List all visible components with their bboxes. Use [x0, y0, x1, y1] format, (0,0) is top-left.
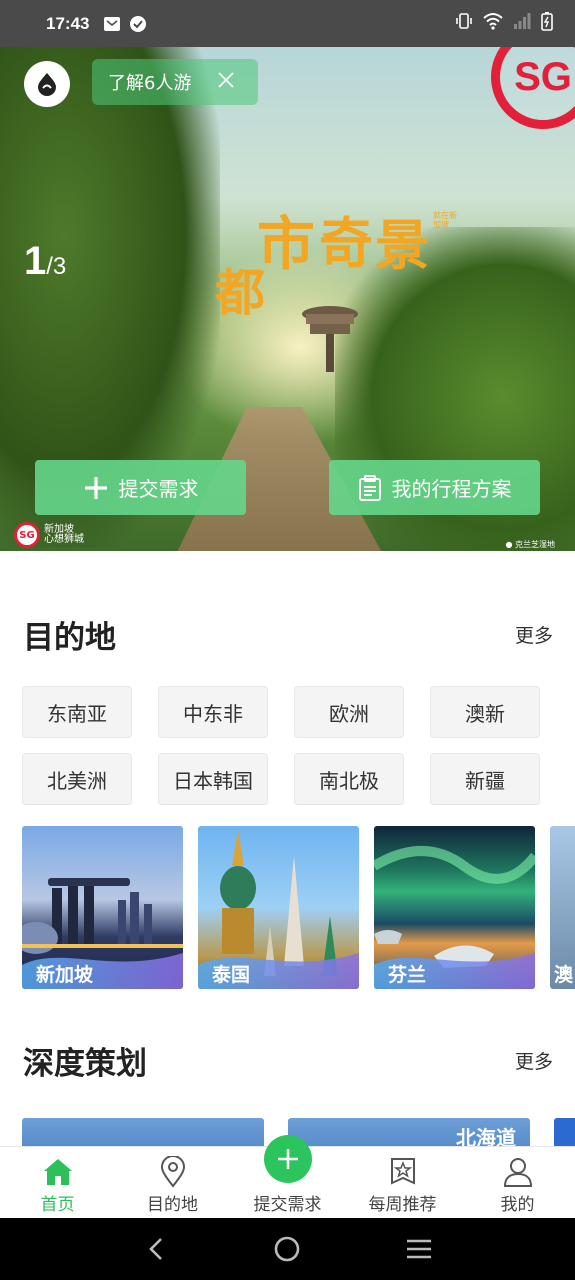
- tab-submit-request-label: 提交需求: [253, 1195, 322, 1215]
- submit-request-fab[interactable]: [263, 1135, 312, 1183]
- region-chip-southeast-asia[interactable]: 东南亚: [22, 686, 132, 738]
- region-chip-grid: 东南亚 中东非 欧洲 澳新 北美洲 日本韩国 南北极 新疆: [22, 686, 542, 805]
- promo-chip[interactable]: 了解6人游: [92, 59, 258, 105]
- bottom-tab-bar: 首页 目的地 提交需求 每周推荐 我的: [0, 1135, 575, 1218]
- card-label-singapore: 新加坡: [36, 964, 94, 986]
- banner-page-counter: 1/3: [24, 239, 66, 284]
- battery-icon: [541, 11, 553, 36]
- status-time: 17:43: [46, 13, 90, 33]
- card-label-finland: 芬兰: [388, 964, 427, 986]
- person-icon: [502, 1156, 534, 1188]
- region-chip-middle-east-africa[interactable]: 中东非: [158, 686, 268, 738]
- clipboard-icon: [358, 474, 381, 501]
- banner-headline: 都 市 奇 景 就在新加坡: [215, 197, 457, 327]
- destination-card-carousel: 新加坡 泰国 芬兰 澳: [22, 826, 575, 989]
- tab-destinations-label: 目的地: [147, 1195, 198, 1215]
- message-icon: [103, 15, 121, 33]
- card-label-australia: 澳: [554, 964, 574, 986]
- destinations-more-link[interactable]: 更多: [515, 621, 553, 648]
- app-logo-button[interactable]: [24, 61, 70, 107]
- sg-footer-logo: SG 新加坡 心想狮城: [14, 522, 84, 548]
- sg-mini-logo: SG: [14, 522, 40, 548]
- home-icon: [42, 1156, 74, 1188]
- system-navigation-bar: [0, 1218, 575, 1280]
- signal-icon: [513, 12, 531, 35]
- card-label-thailand: 泰国: [212, 964, 251, 986]
- headline-char-3: 奇: [319, 212, 373, 275]
- region-chip-north-america[interactable]: 北美洲: [22, 753, 132, 805]
- tab-weekly-picks[interactable]: 每周推荐: [345, 1147, 460, 1218]
- deep-planning-title: 深度策划: [23, 1046, 147, 1082]
- tab-profile[interactable]: 我的: [460, 1147, 575, 1218]
- location-pin-small-icon: ●: [505, 540, 513, 549]
- tab-home-label: 首页: [40, 1195, 75, 1215]
- hero-banner[interactable]: 了解6人游 SG 1/3 都 市 奇 景 就在新加坡 提交需求 我的行程方案 S…: [0, 47, 575, 551]
- submit-request-label: 提交需求: [118, 477, 199, 501]
- star-badge-icon: [387, 1156, 419, 1188]
- tab-weekly-picks-label: 每周推荐: [368, 1195, 437, 1215]
- back-icon[interactable]: [136, 1229, 176, 1269]
- destination-card-singapore[interactable]: 新加坡: [22, 826, 183, 989]
- tab-home[interactable]: 首页: [0, 1147, 115, 1218]
- home-circle-icon[interactable]: [267, 1229, 307, 1269]
- vibrate-icon: [455, 12, 473, 35]
- tab-submit-request[interactable]: 提交需求: [230, 1135, 345, 1218]
- region-chip-polar[interactable]: 南北极: [294, 753, 404, 805]
- headline-subtext: 就在新加坡: [433, 211, 457, 229]
- region-chip-australia-nz[interactable]: 澳新: [430, 686, 540, 738]
- region-chip-europe[interactable]: 欧洲: [294, 686, 404, 738]
- deep-planning-card-hokkaido[interactable]: 北海道: [288, 1118, 530, 1148]
- banner-total-pages: /3: [46, 253, 67, 280]
- plus-icon: [84, 476, 107, 499]
- plus-icon: [277, 1149, 298, 1169]
- headline-char-4: 景: [375, 214, 429, 277]
- deep-planning-card-3[interactable]: [554, 1118, 575, 1148]
- destinations-title: 目的地: [23, 620, 116, 656]
- status-bar: 17:43: [0, 0, 575, 47]
- tab-profile-label: 我的: [500, 1195, 535, 1215]
- location-pin-icon: [157, 1156, 189, 1188]
- check-circle-icon: [129, 15, 147, 33]
- banner-current-page: 1: [24, 239, 47, 283]
- deep-planning-more-link[interactable]: 更多: [515, 1047, 553, 1074]
- app-root: 17:43 了解6人游 SG 1/3 都 市 奇 景 就在新加坡 提交需求 我的…: [0, 0, 575, 1280]
- promo-chip-label: 了解6人游: [108, 73, 192, 94]
- drop-logo-icon: [38, 73, 56, 96]
- headline-char-2: 市: [257, 210, 316, 278]
- destination-card-finland[interactable]: 芬兰: [374, 826, 535, 989]
- deep-planning-header: 深度策划 更多: [23, 1038, 553, 1083]
- my-itinerary-button[interactable]: 我的行程方案: [329, 460, 540, 515]
- sg-footer-logo-sub: 心想狮城: [44, 534, 84, 545]
- destinations-header: 目的地 更多: [23, 612, 553, 657]
- region-chip-japan-korea[interactable]: 日本韩国: [158, 753, 268, 805]
- close-icon[interactable]: [216, 70, 236, 90]
- deep-planning-card-hokkaido-label: 北海道: [456, 1126, 516, 1148]
- destination-card-australia[interactable]: 澳: [550, 826, 575, 989]
- deep-planning-card-1[interactable]: [22, 1118, 264, 1148]
- destination-card-thailand[interactable]: 泰国: [198, 826, 359, 989]
- sg-brand-badge: SG: [491, 47, 575, 129]
- my-itinerary-label: 我的行程方案: [391, 477, 512, 501]
- photo-location: ● 克兰芝湿地: [505, 539, 555, 550]
- recents-menu-icon[interactable]: [399, 1229, 439, 1269]
- submit-request-button[interactable]: 提交需求: [35, 460, 246, 515]
- region-chip-xinjiang[interactable]: 新疆: [430, 753, 540, 805]
- tab-destinations[interactable]: 目的地: [115, 1147, 230, 1218]
- wifi-icon: [483, 12, 503, 35]
- photo-location-label: 克兰芝湿地: [515, 540, 555, 549]
